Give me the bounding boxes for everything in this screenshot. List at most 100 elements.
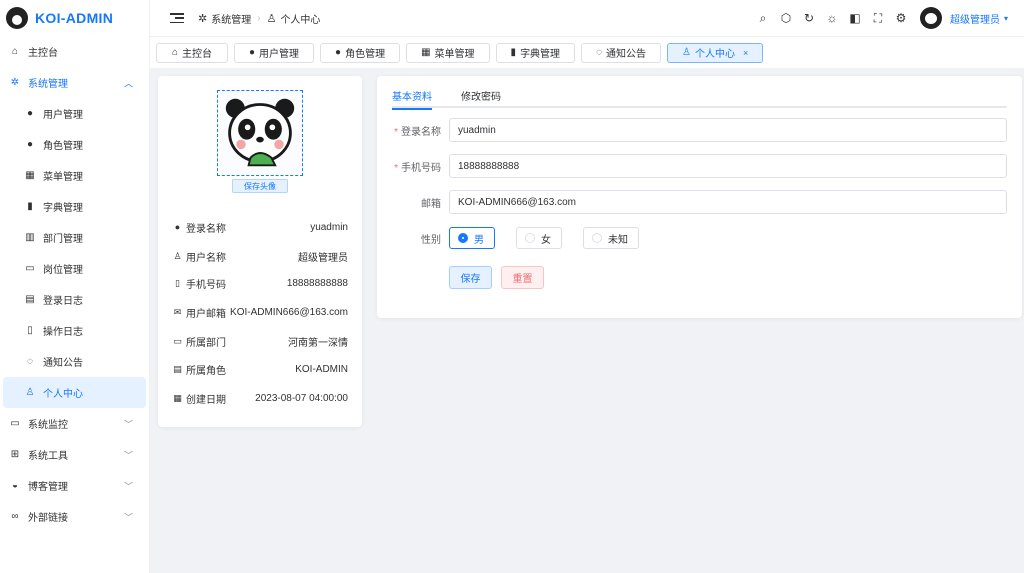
sidebar-item-system-tools[interactable]: ⊞ 系统工具 ﹀: [0, 439, 149, 470]
sidebar-item-external-links[interactable]: ∞ 外部链接 ﹀: [0, 501, 149, 532]
gender-radio-unknown[interactable]: 未知: [583, 227, 639, 249]
profile-form-card: 基本资料 修改密码 *登录名称 *手机号码 邮箱 性别 男 女 未知 保存 重置: [377, 76, 1022, 318]
sidebar-item-personal-center[interactable]: ♙ 个人中心: [3, 377, 146, 408]
sidebar-item-system-management[interactable]: ✲ 系统管理 ︿: [0, 67, 149, 98]
tab-role-management[interactable]: ● 角色管理: [320, 42, 401, 63]
field-label: 邮箱: [421, 198, 441, 210]
field-label: * 登录名称: [394, 126, 441, 138]
sidebar-item-dashboard[interactable]: ⌂ 主控台: [0, 36, 149, 67]
form-row-gender: 性别 男 女 未知: [392, 226, 1007, 250]
tab-label: 个人中心: [694, 49, 735, 60]
sidebar-item-label: 主控台: [28, 48, 58, 59]
user-outline-icon: ♙: [25, 387, 35, 398]
phone-input[interactable]: [449, 154, 1007, 178]
gender-radio-female[interactable]: 女: [516, 227, 562, 249]
calendar-icon: ▤: [25, 294, 35, 305]
user-avatar[interactable]: [919, 7, 942, 29]
chat-icon: ◌: [27, 356, 33, 367]
info-label: 用户名称: [186, 252, 226, 264]
sidebar-item-system-monitor[interactable]: ▭ 系统监控 ﹀: [0, 408, 149, 439]
save-button[interactable]: 保存: [449, 266, 492, 289]
sidebar-item-label: 登录日志: [43, 296, 83, 307]
user-name[interactable]: 超级管理员: [950, 11, 1000, 26]
tab-label: 角色管理: [345, 49, 386, 60]
tab-label: 菜单管理: [434, 49, 475, 60]
save-avatar-button[interactable]: 保存头像: [232, 179, 288, 193]
sidebar-item-label: 操作日志: [43, 327, 83, 338]
fullscreen-icon[interactable]: ⛶: [871, 11, 885, 25]
chevron-down-icon[interactable]: ▾: [1004, 14, 1008, 23]
grid-icon: ▦: [421, 47, 431, 58]
switch-icon[interactable]: ◧: [848, 11, 862, 25]
refresh-icon[interactable]: ↻: [802, 11, 816, 25]
reset-button[interactable]: 重置: [501, 266, 544, 289]
sun-icon[interactable]: ☼: [825, 11, 839, 25]
info-label: 手机号码: [186, 279, 226, 291]
radio-label: 男: [474, 234, 484, 246]
tab-dict-management[interactable]: ▮ 字典管理: [495, 42, 576, 63]
sidebar-item-user-management[interactable]: ● 用户管理: [0, 98, 149, 129]
info-row-created-date: ▦ 创建日期 2023-08-07 04:00:00: [172, 391, 348, 406]
sidebar-item-label: 菜单管理: [43, 172, 83, 183]
book-icon: ▮: [27, 201, 33, 212]
info-value: 2023-08-07 04:00:00: [255, 392, 348, 404]
mail-icon: ✉: [173, 306, 182, 317]
tab-menu-management[interactable]: ▦ 菜单管理: [406, 42, 490, 63]
role-icon: ▤: [173, 363, 182, 374]
sidebar-item-post-management[interactable]: ▭ 岗位管理: [0, 253, 149, 284]
logo[interactable]: KOI-ADMIN: [0, 0, 149, 36]
sidebar-item-dict-management[interactable]: ▮ 字典管理: [0, 191, 149, 222]
user-outline-icon: ♙: [173, 250, 182, 261]
sidebar-item-notice[interactable]: ◌ 通知公告: [0, 346, 149, 377]
form-row-phone: * 手机号码: [392, 154, 1007, 178]
sidebar-item-label: 岗位管理: [43, 265, 83, 276]
monitor-icon: ▭: [10, 418, 20, 429]
breadcrumb-item[interactable]: 系统管理: [211, 11, 251, 26]
sidebar-item-label: 系统工具: [28, 451, 68, 462]
chevron-down-icon: ﹀: [123, 450, 133, 460]
radio-unchecked-icon: [525, 233, 535, 243]
sidebar-item-role-management[interactable]: ● 角色管理: [0, 129, 149, 160]
tab-label: 主控台: [182, 49, 213, 60]
profile-card: 保存头像 ● 登录名称 yuadmin ♙ 用户名称 超级管理员 ▯ 手机号码 188…: [158, 76, 362, 427]
collapse-menu-icon[interactable]: [170, 11, 184, 25]
gender-radio-male[interactable]: 男: [449, 227, 495, 249]
header-tools: ⌕ ⬡ ↻ ☼ ◧ ⛶ ⚙ 超级管理员 ▾: [747, 0, 1008, 36]
tab-dashboard[interactable]: ⌂ 主控台: [156, 42, 228, 63]
tab-personal-center[interactable]: ♙ 个人中心 ×: [667, 42, 764, 63]
search-icon[interactable]: ⌕: [756, 11, 770, 25]
info-row-department: ▭ 所属部门 河南第一深情: [172, 334, 348, 349]
info-value: yuadmin: [310, 221, 348, 233]
sidebar-item-dept-management[interactable]: ▥ 部门管理: [0, 222, 149, 253]
sidebar-item-menu-management[interactable]: ▦ 菜单管理: [0, 160, 149, 191]
tab-change-password[interactable]: 修改密码: [461, 84, 501, 108]
info-label: 用户邮箱: [186, 308, 226, 320]
tab-user-management[interactable]: ● 用户管理: [234, 42, 315, 63]
tab-notice[interactable]: ◌ 通知公告: [581, 42, 662, 63]
theme-icon[interactable]: ⬡: [779, 11, 793, 25]
email-input[interactable]: [449, 190, 1007, 214]
user-outline-icon: ♙: [266, 12, 277, 25]
sidebar-item-operation-log[interactable]: ▯ 操作日志: [0, 315, 149, 346]
sidebar-item-blog-management[interactable]: ◒ 博客管理 ﹀: [0, 470, 149, 501]
breadcrumb-item: 个人中心: [280, 14, 321, 26]
bowl-icon: ◒: [11, 480, 19, 491]
sidebar-item-label: 个人中心: [43, 389, 83, 400]
tab-basic-info[interactable]: 基本资料: [392, 84, 432, 110]
radio-label: 女: [541, 234, 551, 246]
top-header: ✲ 系统管理 › ♙ 个人中心 ⌕ ⬡ ↻ ☼ ◧ ⛶ ⚙ 超级管理员 ▾: [150, 0, 1024, 36]
sidebar-item-label: 博客管理: [28, 482, 68, 493]
login-name-input[interactable]: [449, 118, 1007, 142]
settings-icon[interactable]: ⚙: [894, 11, 908, 25]
avatar-upload[interactable]: [217, 90, 303, 176]
sidebar-item-label: 外部链接: [28, 513, 68, 524]
chevron-up-icon: ︿: [123, 78, 133, 88]
tab-label: 用户管理: [259, 49, 300, 60]
close-icon[interactable]: ×: [743, 48, 748, 58]
tab-label: 通知公告: [606, 49, 647, 60]
sidebar-item-login-log[interactable]: ▤ 登录日志: [0, 284, 149, 315]
chevron-down-icon: ﹀: [123, 512, 133, 522]
info-value: 河南第一深情: [288, 337, 348, 349]
info-row-user-name: ♙ 用户名称 超级管理员: [172, 249, 348, 264]
link-icon: ∞: [11, 511, 19, 522]
